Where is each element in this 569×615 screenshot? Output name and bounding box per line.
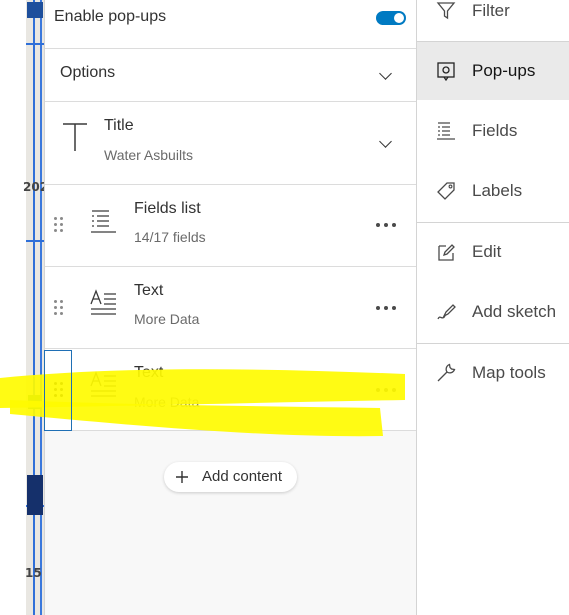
toolbar-item-label: Filter [472, 1, 510, 20]
wrench-icon [437, 363, 456, 382]
drag-handle-icon[interactable] [54, 300, 64, 316]
toolbar-item-fields[interactable]: Fields [417, 102, 569, 160]
map-road-line [26, 240, 44, 242]
fields-icon [437, 122, 455, 140]
more-options-icon[interactable] [376, 222, 396, 228]
settings-toolbar: Filter Pop-ups Fields Labels Edit Add sk… [416, 0, 569, 615]
title-text-icon [63, 123, 87, 151]
map-view-edge[interactable]: 202 15 [0, 0, 44, 615]
chevron-down-icon[interactable] [379, 67, 392, 80]
enable-popups-toggle[interactable] [376, 11, 406, 25]
toolbar-item-labels[interactable]: Labels [417, 162, 569, 220]
map-feature [27, 2, 43, 18]
map-road-line [40, 0, 42, 615]
map-label: 202 [23, 180, 44, 194]
text-block[interactable]: Text More Data [45, 267, 416, 349]
map-road-line [33, 0, 35, 615]
toolbar-item-label: Map tools [472, 363, 546, 382]
text-block-label: Text [134, 364, 164, 381]
text-block-icon [90, 289, 116, 315]
add-content-label: Add content [202, 468, 283, 485]
text-block-icon [90, 371, 116, 397]
toolbar-item-label: Fields [472, 121, 518, 140]
toolbar-item-label: Edit [472, 242, 502, 261]
fields-list-count: 14/17 fields [134, 229, 206, 245]
plus-icon [176, 471, 188, 483]
more-options-icon[interactable] [376, 305, 396, 311]
text-block-sub: More Data [134, 394, 200, 410]
fields-list-label: Fields list [134, 200, 201, 217]
options-row[interactable]: Options [45, 49, 416, 102]
toolbar-item-popups[interactable]: Pop-ups [417, 42, 569, 100]
toolbar-item-add-sketch[interactable]: Add sketch [417, 283, 569, 341]
chevron-down-icon[interactable] [379, 135, 392, 148]
enable-popups-row: Enable pop-ups [45, 0, 416, 49]
text-block-label: Text [134, 282, 164, 299]
map-feature [28, 395, 42, 409]
map-feature [27, 475, 43, 515]
title-block-label: Title [104, 117, 134, 134]
filter-icon [436, 2, 456, 20]
toolbar-item-label: Labels [472, 181, 523, 200]
title-block-value: Water Asbuilts [104, 147, 193, 163]
popup-icon [437, 62, 455, 81]
fields-list-icon [91, 210, 116, 233]
map-label: 15 [25, 566, 42, 580]
edit-icon [438, 244, 455, 261]
options-label: Options [60, 64, 116, 81]
sketch-icon [437, 304, 456, 320]
drag-handle-icon[interactable] [54, 217, 64, 233]
toolbar-item-edit[interactable]: Edit [417, 223, 569, 281]
toolbar-item-label: Add sketch [472, 302, 557, 321]
map-road-line [26, 43, 44, 45]
text-block-sub: More Data [134, 311, 200, 327]
toolbar-item-label: Pop-ups [472, 61, 536, 80]
fields-list-block[interactable]: Fields list 14/17 fields [45, 185, 416, 267]
toolbar-item-map-tools[interactable]: Map tools [417, 344, 569, 402]
drag-focus-outline [44, 350, 72, 431]
map-white-area [0, 0, 26, 615]
toolbar-item-filter[interactable]: Filter [417, 0, 569, 40]
enable-popups-label: Enable pop-ups [54, 8, 167, 25]
label-tag-icon [437, 182, 455, 200]
title-block[interactable]: Title Water Asbuilts [45, 102, 416, 185]
text-block-selected[interactable]: Text More Data [45, 349, 416, 431]
more-options-icon[interactable] [376, 387, 396, 393]
add-content-button[interactable]: Add content [164, 462, 297, 492]
popup-config-panel: Enable pop-ups Options Title Water Asbui… [44, 0, 416, 615]
